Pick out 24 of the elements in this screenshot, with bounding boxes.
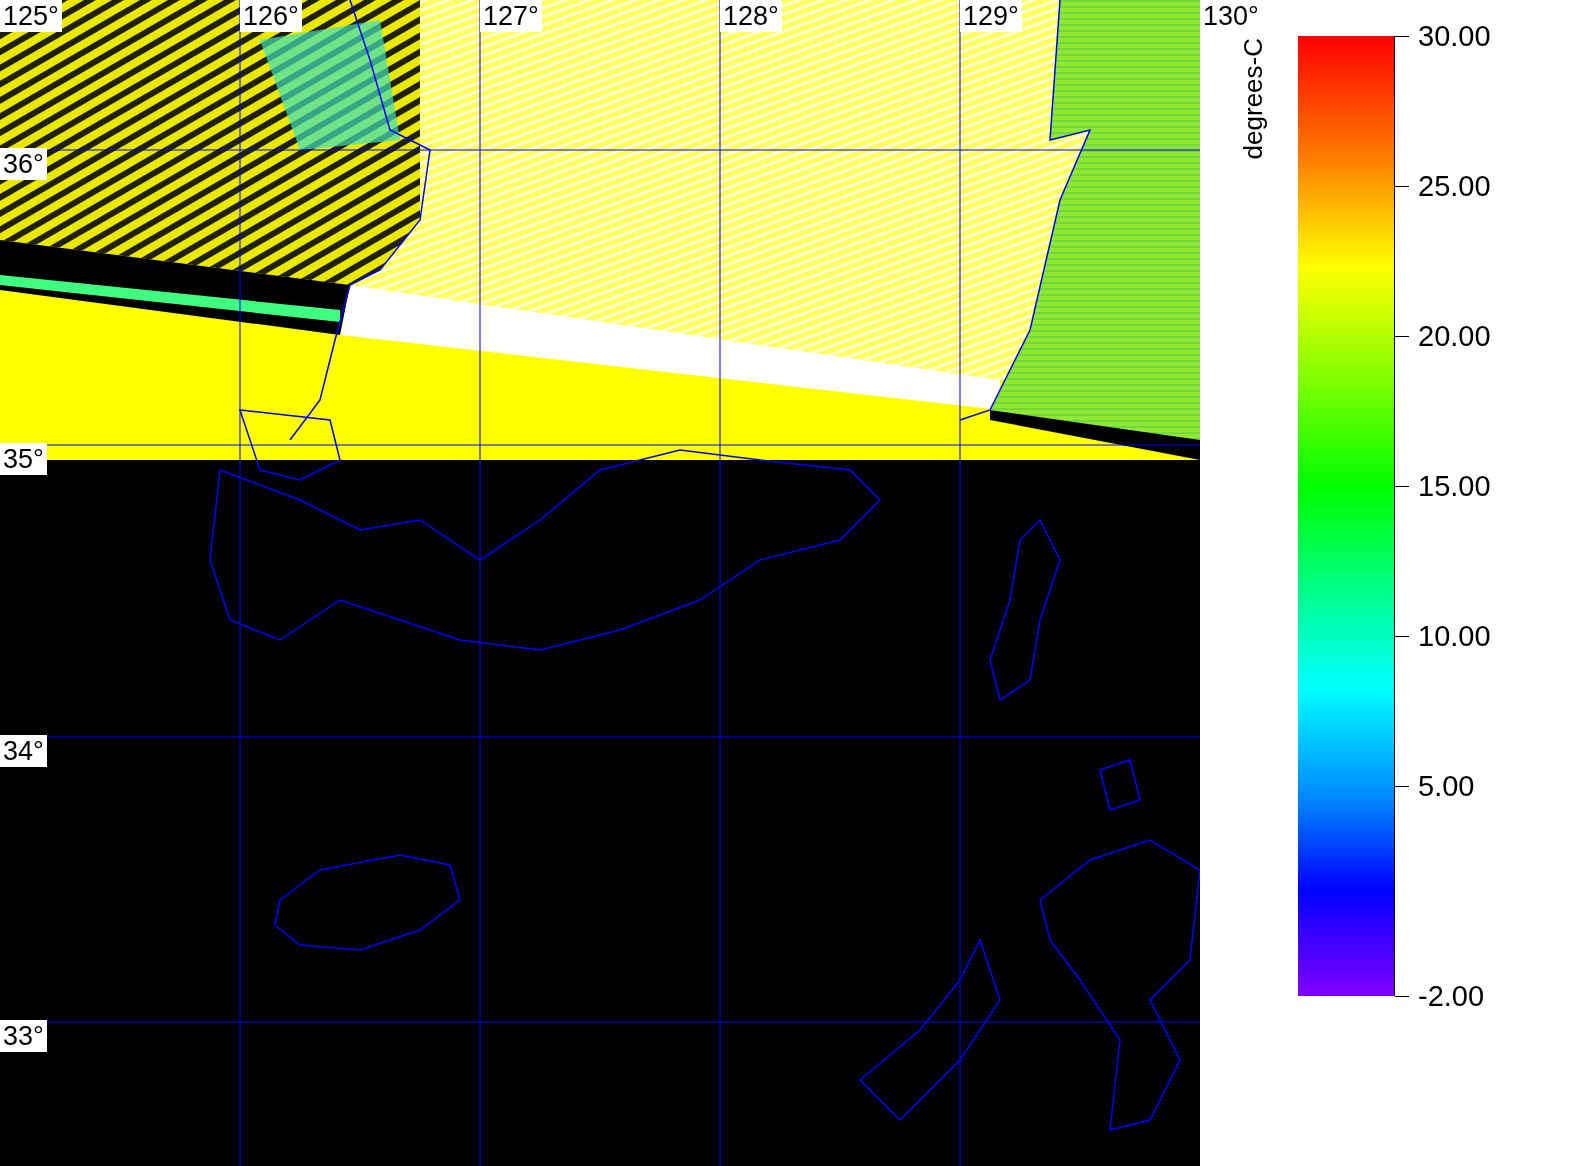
- longitude-label: 128°: [720, 0, 782, 32]
- tick-label: -2.00: [1418, 980, 1485, 1012]
- longitude-label: 126°: [240, 0, 302, 32]
- tick-mark: [1395, 336, 1409, 337]
- tick-label: 30.00: [1418, 20, 1491, 52]
- tick-mark: [1395, 36, 1409, 37]
- longitude-label: 129°: [960, 0, 1022, 32]
- latitude-label: 34°: [0, 735, 47, 767]
- tick-mark: [1395, 996, 1409, 997]
- tick-label: 25.00: [1418, 170, 1491, 202]
- colorbar-title: degrees-C: [1238, 38, 1269, 160]
- tick-mark: [1395, 486, 1409, 487]
- tick-mark: [1395, 186, 1409, 187]
- tick-label: 20.00: [1418, 320, 1491, 352]
- tick-label: 10.00: [1418, 620, 1491, 652]
- tick-label: 5.00: [1418, 770, 1475, 802]
- latitude-label: 35°: [0, 443, 47, 475]
- latitude-label: 36°: [0, 148, 47, 180]
- latitude-label: 33°: [0, 1020, 47, 1052]
- tick-mark: [1395, 636, 1409, 637]
- longitude-label: 127°: [480, 0, 542, 32]
- longitude-label: 125°: [0, 0, 62, 32]
- tick-label: 15.00: [1418, 470, 1491, 502]
- tick-mark: [1395, 786, 1409, 787]
